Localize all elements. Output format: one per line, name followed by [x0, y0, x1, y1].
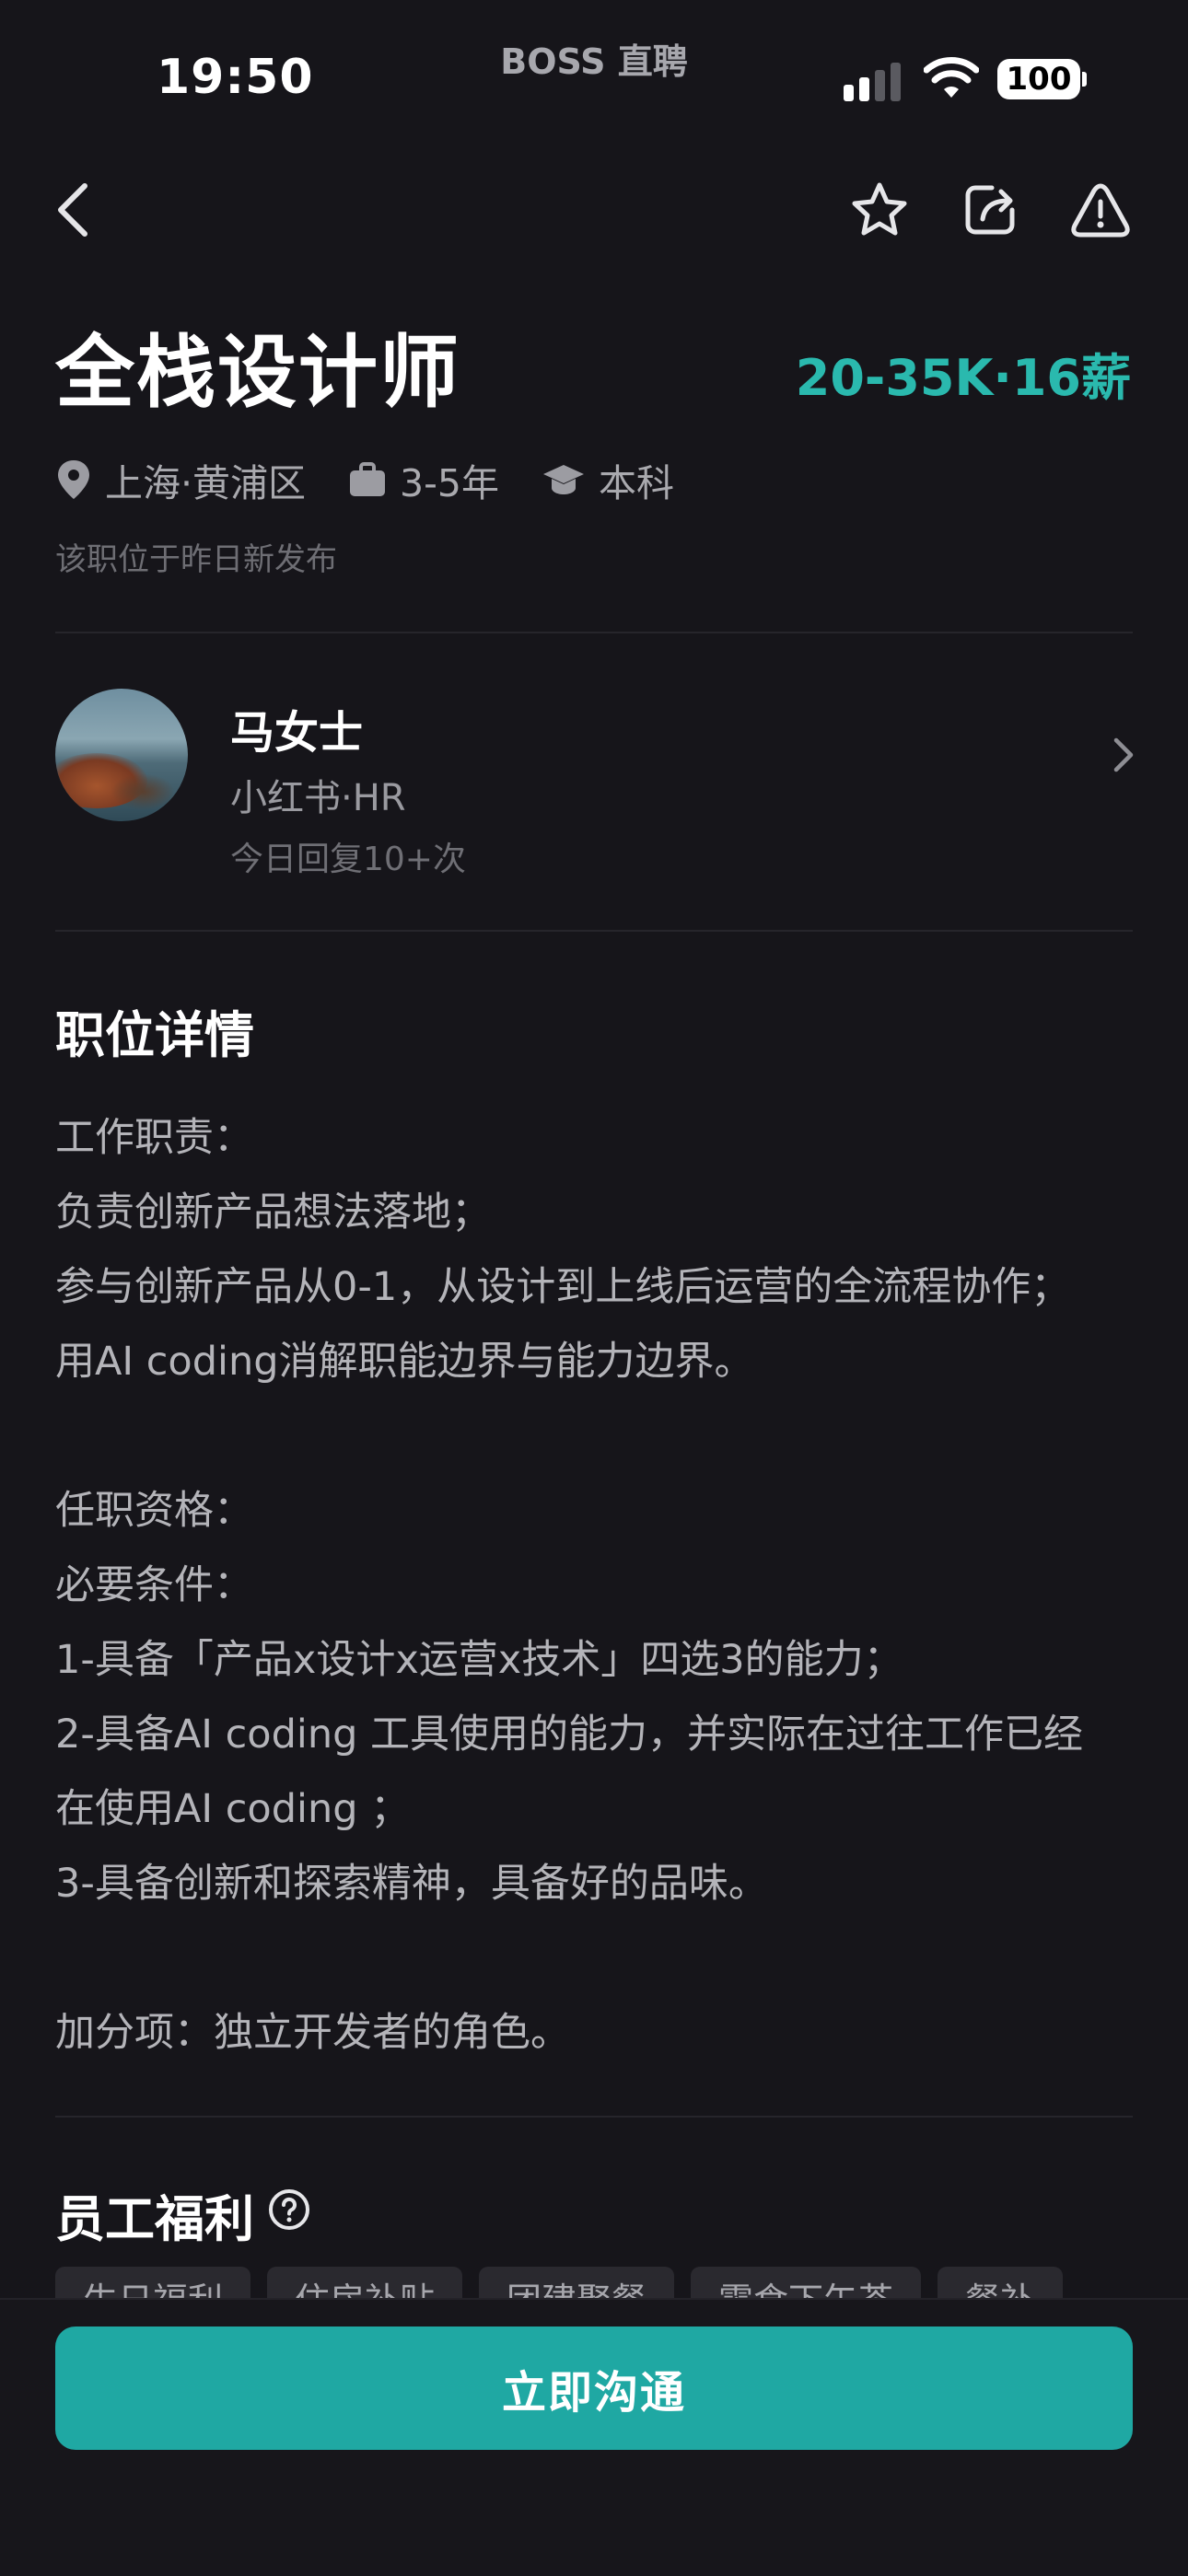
graduation-cap-icon [543, 465, 585, 494]
job-title: 全栈设计师 [55, 327, 460, 419]
education-text: 本科 [599, 461, 675, 505]
favorite-button[interactable] [843, 173, 916, 247]
chevron-right-icon[interactable] [1105, 733, 1142, 777]
star-icon [852, 182, 907, 236]
location-text: 上海·黄浦区 [105, 461, 307, 505]
details-section-title: 职位详情 [55, 1006, 254, 1064]
back-button[interactable] [35, 173, 109, 247]
chevron-left-icon [58, 183, 87, 237]
divider [55, 632, 1133, 633]
description-line: 1-具备「产品x设计x运营x技术」四选3的能力； [55, 1637, 903, 1683]
education-meta: 本科 [542, 452, 674, 507]
description-line: 必要条件： [55, 1562, 253, 1608]
briefcase-icon [350, 462, 386, 496]
publish-status: 该职位于昨日新发布 [55, 541, 337, 578]
experience-meta: 3-5年 [348, 452, 499, 507]
report-button[interactable] [1064, 173, 1137, 247]
alert-triangle-icon [1071, 183, 1130, 238]
job-meta: 上海·黄浦区 3-5年 本科 [55, 451, 716, 508]
description-line: 参与创新产品从0-1，从设计到上线后运营的全流程协作； [55, 1264, 1071, 1310]
description-line: 任职资格： [55, 1488, 253, 1534]
recruiter-card[interactable] [37, 672, 1151, 875]
share-icon [965, 185, 1015, 235]
description-line [55, 1399, 1142, 1474]
share-button[interactable] [953, 173, 1027, 247]
chat-now-button[interactable]: 立即沟通 [55, 2327, 1133, 2450]
description-line: 3-具备创新和探索精神，具备好的品味。 [55, 1861, 768, 1907]
salary: 20-35K·16薪 [795, 349, 1131, 407]
location-meta: 上海·黄浦区 [55, 452, 306, 507]
recruiter-reply-stats: 今日回复10+次 [230, 841, 466, 878]
recruiter-company: 小红书·HR [230, 777, 406, 819]
location-pin-icon [58, 460, 89, 499]
experience-text: 3-5年 [400, 461, 500, 505]
recruiter-name[interactable]: 马女士 [230, 696, 363, 760]
job-description: 工作职责： 负责创新产品想法落地； 参与创新产品从0-1，从设计到上线后运营的全… [55, 1101, 1142, 2071]
description-line [55, 1921, 1142, 1996]
wifi-icon [924, 57, 979, 98]
divider [55, 2116, 1133, 2118]
description-line: 负责创新产品想法落地； [55, 1189, 491, 1236]
benefits-section-title: 员工福利 [55, 2190, 254, 2248]
description-line: 加分项：独立开发者的角色。 [55, 2010, 570, 2056]
description-line: 在使用AI coding ； [55, 1786, 411, 1832]
divider [55, 930, 1133, 932]
avatar[interactable] [55, 689, 188, 821]
battery-cap [1082, 72, 1087, 87]
avatar-image-detail [111, 773, 175, 810]
help-icon[interactable] [267, 2187, 311, 2232]
description-line: 用AI coding消解职能边界与能力边界。 [55, 1339, 754, 1385]
description-line: 2-具备AI coding 工具使用的能力，并实际在过往工作已经 [55, 1712, 1084, 1758]
cellular-signal-icon [844, 63, 901, 101]
description-line: 工作职责： [55, 1115, 253, 1161]
battery-indicator: 100 [997, 59, 1080, 99]
